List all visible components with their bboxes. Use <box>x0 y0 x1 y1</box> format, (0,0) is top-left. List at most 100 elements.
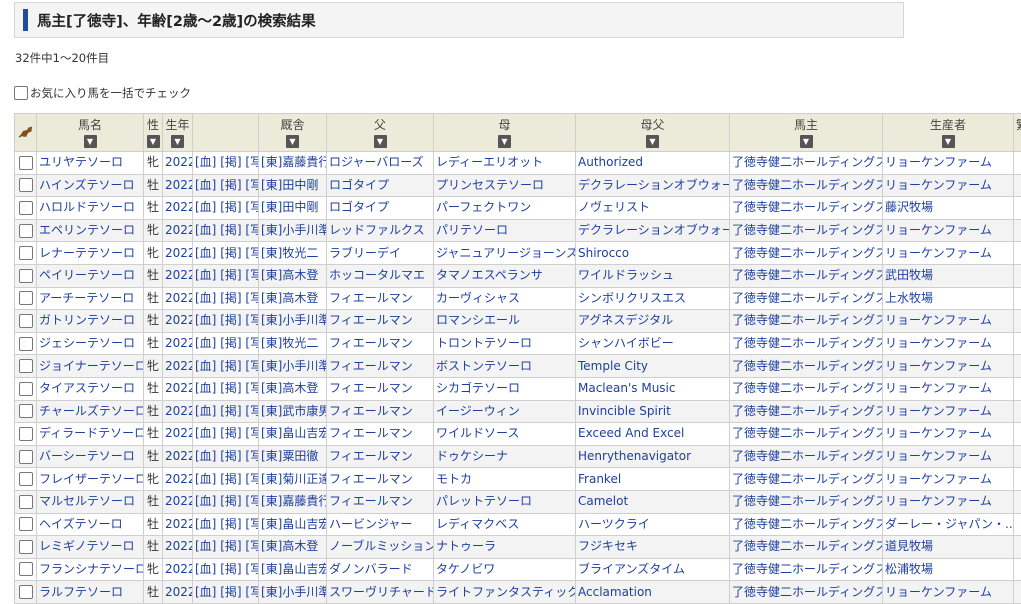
trainer-cell[interactable]: [東]武市康男 <box>259 400 327 423</box>
header-sex[interactable]: 性▼ <box>144 114 163 152</box>
sire-cell[interactable]: ホッコータルマエ <box>327 264 434 287</box>
photo-link[interactable]: [写] <box>245 449 258 463</box>
trainer-cell[interactable]: [東]粟田徹 <box>259 445 327 468</box>
damsire-link[interactable]: Temple City <box>578 359 648 373</box>
trainer-link[interactable]: [東]牧光二 <box>261 336 318 350</box>
damsire-link[interactable]: ワイルドラッシュ <box>578 268 674 282</box>
horse-name-cell[interactable]: ハインズテソーロ <box>37 174 144 197</box>
sire-cell[interactable]: フィエールマン <box>327 377 434 400</box>
breeder-cell[interactable]: リョーケンファーム <box>883 355 1014 378</box>
birth-year-link[interactable]: 2022 <box>165 472 193 486</box>
dam-link[interactable]: シカゴテソーロ <box>436 381 520 395</box>
board-link[interactable]: [掲] <box>220 178 241 192</box>
year-cell[interactable]: 2022 <box>163 377 193 400</box>
damsire-cell[interactable]: アグネスデジタル <box>576 310 730 333</box>
year-cell[interactable]: 2022 <box>163 490 193 513</box>
board-link[interactable]: [掲] <box>220 562 241 576</box>
horse-name-cell[interactable]: エペリンテソーロ <box>37 219 144 242</box>
owner-link[interactable]: 了徳寺健二ホールディングス <box>732 268 883 282</box>
breeder-cell[interactable]: 松浦牧場 <box>883 558 1014 581</box>
trainer-link[interactable]: [東]嘉藤貴行 <box>261 155 327 169</box>
row-favorite-cell[interactable] <box>15 377 37 400</box>
damsire-link[interactable]: Exceed And Excel <box>578 426 684 440</box>
triangle-down-icon[interactable]: ▼ <box>147 135 160 148</box>
trainer-link[interactable]: [東]小手川準 <box>261 359 327 373</box>
dam-cell[interactable]: トロントテソーロ <box>434 332 576 355</box>
horse-name-cell[interactable]: ヘイズテソーロ <box>37 513 144 536</box>
owner-cell[interactable]: 了徳寺健二ホールディングス <box>730 377 883 400</box>
damsire-cell[interactable]: ブライアンズタイム <box>576 558 730 581</box>
breeder-link[interactable]: リョーケンファーム <box>885 472 992 486</box>
sire-cell[interactable]: フィエールマン <box>327 355 434 378</box>
breeder-cell[interactable]: 道見牧場 <box>883 536 1014 559</box>
horse-name-cell[interactable]: マルセルテソーロ <box>37 490 144 513</box>
owner-link[interactable]: 了徳寺健二ホールディングス <box>732 359 883 373</box>
year-cell[interactable]: 2022 <box>163 152 193 175</box>
trainer-link[interactable]: [東]高木登 <box>261 539 318 553</box>
sire-cell[interactable]: ロジャーバローズ <box>327 152 434 175</box>
photo-link[interactable]: [写] <box>245 404 258 418</box>
header-damsire[interactable]: 母父▼ <box>576 114 730 152</box>
horse-name-cell[interactable]: チャールズテソーロ <box>37 400 144 423</box>
breeder-link[interactable]: リョーケンファーム <box>885 246 992 260</box>
dam-link[interactable]: イージーウィン <box>436 404 520 418</box>
sire-cell[interactable]: フィエールマン <box>327 445 434 468</box>
damsire-cell[interactable]: ハーツクライ <box>576 513 730 536</box>
sire-cell[interactable]: ロゴタイプ <box>327 174 434 197</box>
pedigree-link[interactable]: [血] <box>195 223 216 237</box>
breeder-link[interactable]: リョーケンファーム <box>885 426 992 440</box>
breeder-cell[interactable]: リョーケンファーム <box>883 242 1014 265</box>
year-cell[interactable]: 2022 <box>163 287 193 310</box>
dam-cell[interactable]: パリテソーロ <box>434 219 576 242</box>
board-link[interactable]: [掲] <box>220 404 241 418</box>
birth-year-link[interactable]: 2022 <box>165 291 193 305</box>
dam-link[interactable]: モトカ <box>436 472 472 486</box>
dam-link[interactable]: プリンセステソーロ <box>436 178 544 192</box>
breeder-link[interactable]: リョーケンファーム <box>885 494 992 508</box>
damsire-cell[interactable]: ワイルドラッシュ <box>576 264 730 287</box>
dam-cell[interactable]: タケノビワ <box>434 558 576 581</box>
triangle-down-icon[interactable]: ▼ <box>84 135 97 148</box>
dam-link[interactable]: ロマンシエール <box>436 313 520 327</box>
owner-link[interactable]: 了徳寺健二ホールディングス <box>732 313 883 327</box>
horse-name-cell[interactable]: レミギノテソーロ <box>37 536 144 559</box>
sire-cell[interactable]: フィエールマン <box>327 400 434 423</box>
pedigree-link[interactable]: [血] <box>195 381 216 395</box>
damsire-cell[interactable]: Maclean's Music <box>576 377 730 400</box>
photo-link[interactable]: [写] <box>245 426 258 440</box>
sire-cell[interactable]: フィエールマン <box>327 332 434 355</box>
bulk-favorite-check[interactable]: お気に入り馬を一括でチェック <box>14 84 191 102</box>
trainer-cell[interactable]: [東]畠山吉宏 <box>259 423 327 446</box>
owner-cell[interactable]: 了徳寺健二ホールディングス <box>730 468 883 491</box>
dam-cell[interactable]: ナトゥーラ <box>434 536 576 559</box>
year-cell[interactable]: 2022 <box>163 174 193 197</box>
dam-link[interactable]: ジャニュアリージョーンズ <box>436 246 576 260</box>
trainer-cell[interactable]: [東]田中剛 <box>259 197 327 220</box>
horse-name-link[interactable]: マルセルテソーロ <box>39 494 135 508</box>
pedigree-link[interactable]: [血] <box>195 336 216 350</box>
owner-cell[interactable]: 了徳寺健二ホールディングス <box>730 536 883 559</box>
sire-cell[interactable]: レッドファルクス <box>327 219 434 242</box>
damsire-cell[interactable]: ノヴェリスト <box>576 197 730 220</box>
breeder-link[interactable]: リョーケンファーム <box>885 155 992 169</box>
sire-cell[interactable]: ラブリーデイ <box>327 242 434 265</box>
sire-cell[interactable]: フィエールマン <box>327 468 434 491</box>
horse-name-cell[interactable]: ユリヤテソーロ <box>37 152 144 175</box>
breeder-link[interactable]: ダーレー・ジャパン・... <box>885 517 1014 531</box>
birth-year-link[interactable]: 2022 <box>165 494 193 508</box>
horse-name-link[interactable]: ジェシーテソーロ <box>39 336 135 350</box>
dam-cell[interactable]: シカゴテソーロ <box>434 377 576 400</box>
sire-link[interactable]: ホッコータルマエ <box>329 268 425 282</box>
birth-year-link[interactable]: 2022 <box>165 426 193 440</box>
horse-name-link[interactable]: ヘイズテソーロ <box>39 517 123 531</box>
owner-cell[interactable]: 了徳寺健二ホールディングス <box>730 490 883 513</box>
board-link[interactable]: [掲] <box>220 336 241 350</box>
damsire-cell[interactable]: Temple City <box>576 355 730 378</box>
row-favorite-checkbox[interactable] <box>19 359 33 373</box>
horse-name-cell[interactable]: ジョイナーテソーロ <box>37 355 144 378</box>
photo-link[interactable]: [写] <box>245 246 258 260</box>
photo-link[interactable]: [写] <box>245 517 258 531</box>
breeder-cell[interactable]: リョーケンファーム <box>883 174 1014 197</box>
damsire-link[interactable]: フジキセキ <box>578 539 638 553</box>
breeder-link[interactable]: 武田牧場 <box>885 268 933 282</box>
